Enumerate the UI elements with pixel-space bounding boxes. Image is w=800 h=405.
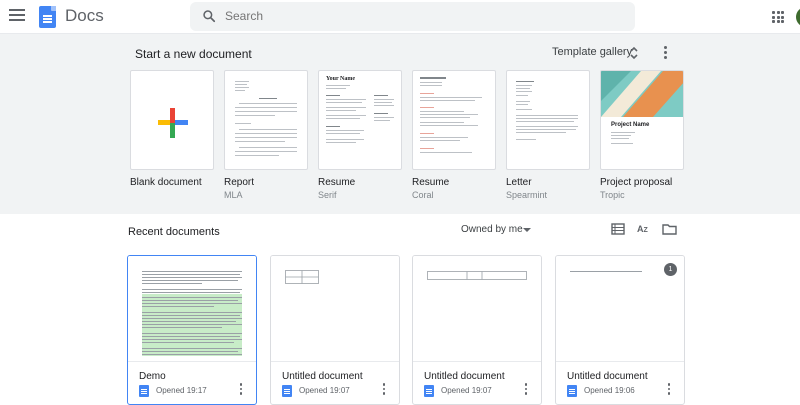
recent-doc-untitled-3[interactable]: 1 Untitled document Opened 19:06 xyxy=(555,255,685,405)
template-thumbnail[interactable] xyxy=(224,70,308,170)
main-menu-icon[interactable] xyxy=(9,9,25,23)
document-title: Untitled document xyxy=(282,371,363,382)
docs-file-icon xyxy=(282,385,292,397)
sort-az-icon[interactable]: AZ xyxy=(637,222,653,236)
document-opened-time: Opened 19:07 xyxy=(299,386,350,395)
document-preview[interactable] xyxy=(271,256,399,362)
account-avatar[interactable] xyxy=(796,7,800,27)
document-title: Untitled document xyxy=(567,371,648,382)
docs-logo-icon[interactable] xyxy=(39,6,56,28)
document-more-icon[interactable] xyxy=(238,383,244,397)
docs-file-icon xyxy=(139,385,149,397)
google-apps-icon[interactable] xyxy=(772,11,784,23)
template-gallery-button[interactable]: Template gallery xyxy=(552,46,632,58)
template-name: Report xyxy=(224,177,255,188)
document-preview[interactable] xyxy=(128,256,256,362)
recent-doc-untitled-1[interactable]: Untitled document Opened 19:07 xyxy=(270,255,400,405)
template-thumbnail[interactable] xyxy=(130,70,214,170)
docs-file-icon xyxy=(424,385,434,397)
template-subtitle: Serif xyxy=(318,190,337,200)
template-project-proposal-tropic[interactable]: Project Name Project proposal Tropic xyxy=(600,70,684,200)
owner-filter-button[interactable]: Owned by me xyxy=(461,224,523,235)
folder-icon[interactable] xyxy=(662,222,677,236)
more-options-icon[interactable] xyxy=(660,46,670,60)
recent-doc-untitled-2[interactable]: Untitled document Opened 19:07 xyxy=(412,255,542,405)
template-blank-document[interactable]: Blank document xyxy=(130,70,214,190)
recent-documents-heading: Recent documents xyxy=(128,226,220,238)
template-thumbnail[interactable] xyxy=(412,70,496,170)
thumbnail-name-text: Your Name xyxy=(326,76,356,82)
dropdown-caret-icon[interactable] xyxy=(523,228,531,232)
recent-doc-demo[interactable]: Demo Opened 19:17 xyxy=(127,255,257,405)
template-name: Letter xyxy=(506,177,532,188)
template-subtitle: Tropic xyxy=(600,190,625,200)
thumbnail-project-name: Project Name xyxy=(611,122,650,128)
search-input[interactable] xyxy=(225,6,605,26)
template-thumbnail[interactable]: Your Name xyxy=(318,70,402,170)
template-thumbnail[interactable]: Project Name xyxy=(600,70,684,170)
template-name: Blank document xyxy=(130,177,202,188)
document-more-icon[interactable] xyxy=(666,383,672,397)
plus-icon xyxy=(158,108,188,138)
template-section: Start a new document Template gallery Bl… xyxy=(0,34,800,214)
template-subtitle: Coral xyxy=(412,190,434,200)
template-report-mla[interactable]: Report MLA xyxy=(224,70,308,200)
table-preview-graphic xyxy=(285,270,319,284)
document-more-icon[interactable] xyxy=(523,383,529,397)
template-name: Resume xyxy=(412,177,450,188)
template-thumbnail[interactable] xyxy=(506,70,590,170)
app-title[interactable]: Docs xyxy=(65,6,104,26)
template-subtitle: MLA xyxy=(224,190,243,200)
document-preview[interactable]: 1 xyxy=(556,256,684,362)
list-view-icon[interactable] xyxy=(611,222,625,236)
search-bar[interactable] xyxy=(190,2,635,31)
document-title: Demo xyxy=(139,371,166,382)
search-icon[interactable] xyxy=(202,9,216,23)
template-name: Resume xyxy=(318,177,356,188)
document-more-icon[interactable] xyxy=(381,383,387,397)
template-resume-serif[interactable]: Your Name Resume Serif xyxy=(318,70,402,200)
unfold-icon[interactable] xyxy=(628,46,640,60)
document-title: Untitled document xyxy=(424,371,505,382)
template-section-heading: Start a new document xyxy=(135,47,252,61)
table-preview-graphic xyxy=(427,271,527,280)
top-bar: Docs xyxy=(0,0,800,34)
template-resume-coral[interactable]: Resume Coral xyxy=(412,70,496,200)
docs-file-icon xyxy=(567,385,577,397)
template-letter-spearmint[interactable]: Letter Spearmint xyxy=(506,70,590,200)
template-subtitle: Spearmint xyxy=(506,190,548,200)
document-opened-time: Opened 19:07 xyxy=(441,386,492,395)
comment-count-badge[interactable]: 1 xyxy=(664,263,677,276)
document-preview[interactable] xyxy=(413,256,541,362)
document-opened-time: Opened 19:17 xyxy=(156,386,207,395)
template-name: Project proposal xyxy=(600,177,673,188)
document-opened-time: Opened 19:06 xyxy=(584,386,635,395)
tropic-banner-graphic xyxy=(601,71,683,117)
